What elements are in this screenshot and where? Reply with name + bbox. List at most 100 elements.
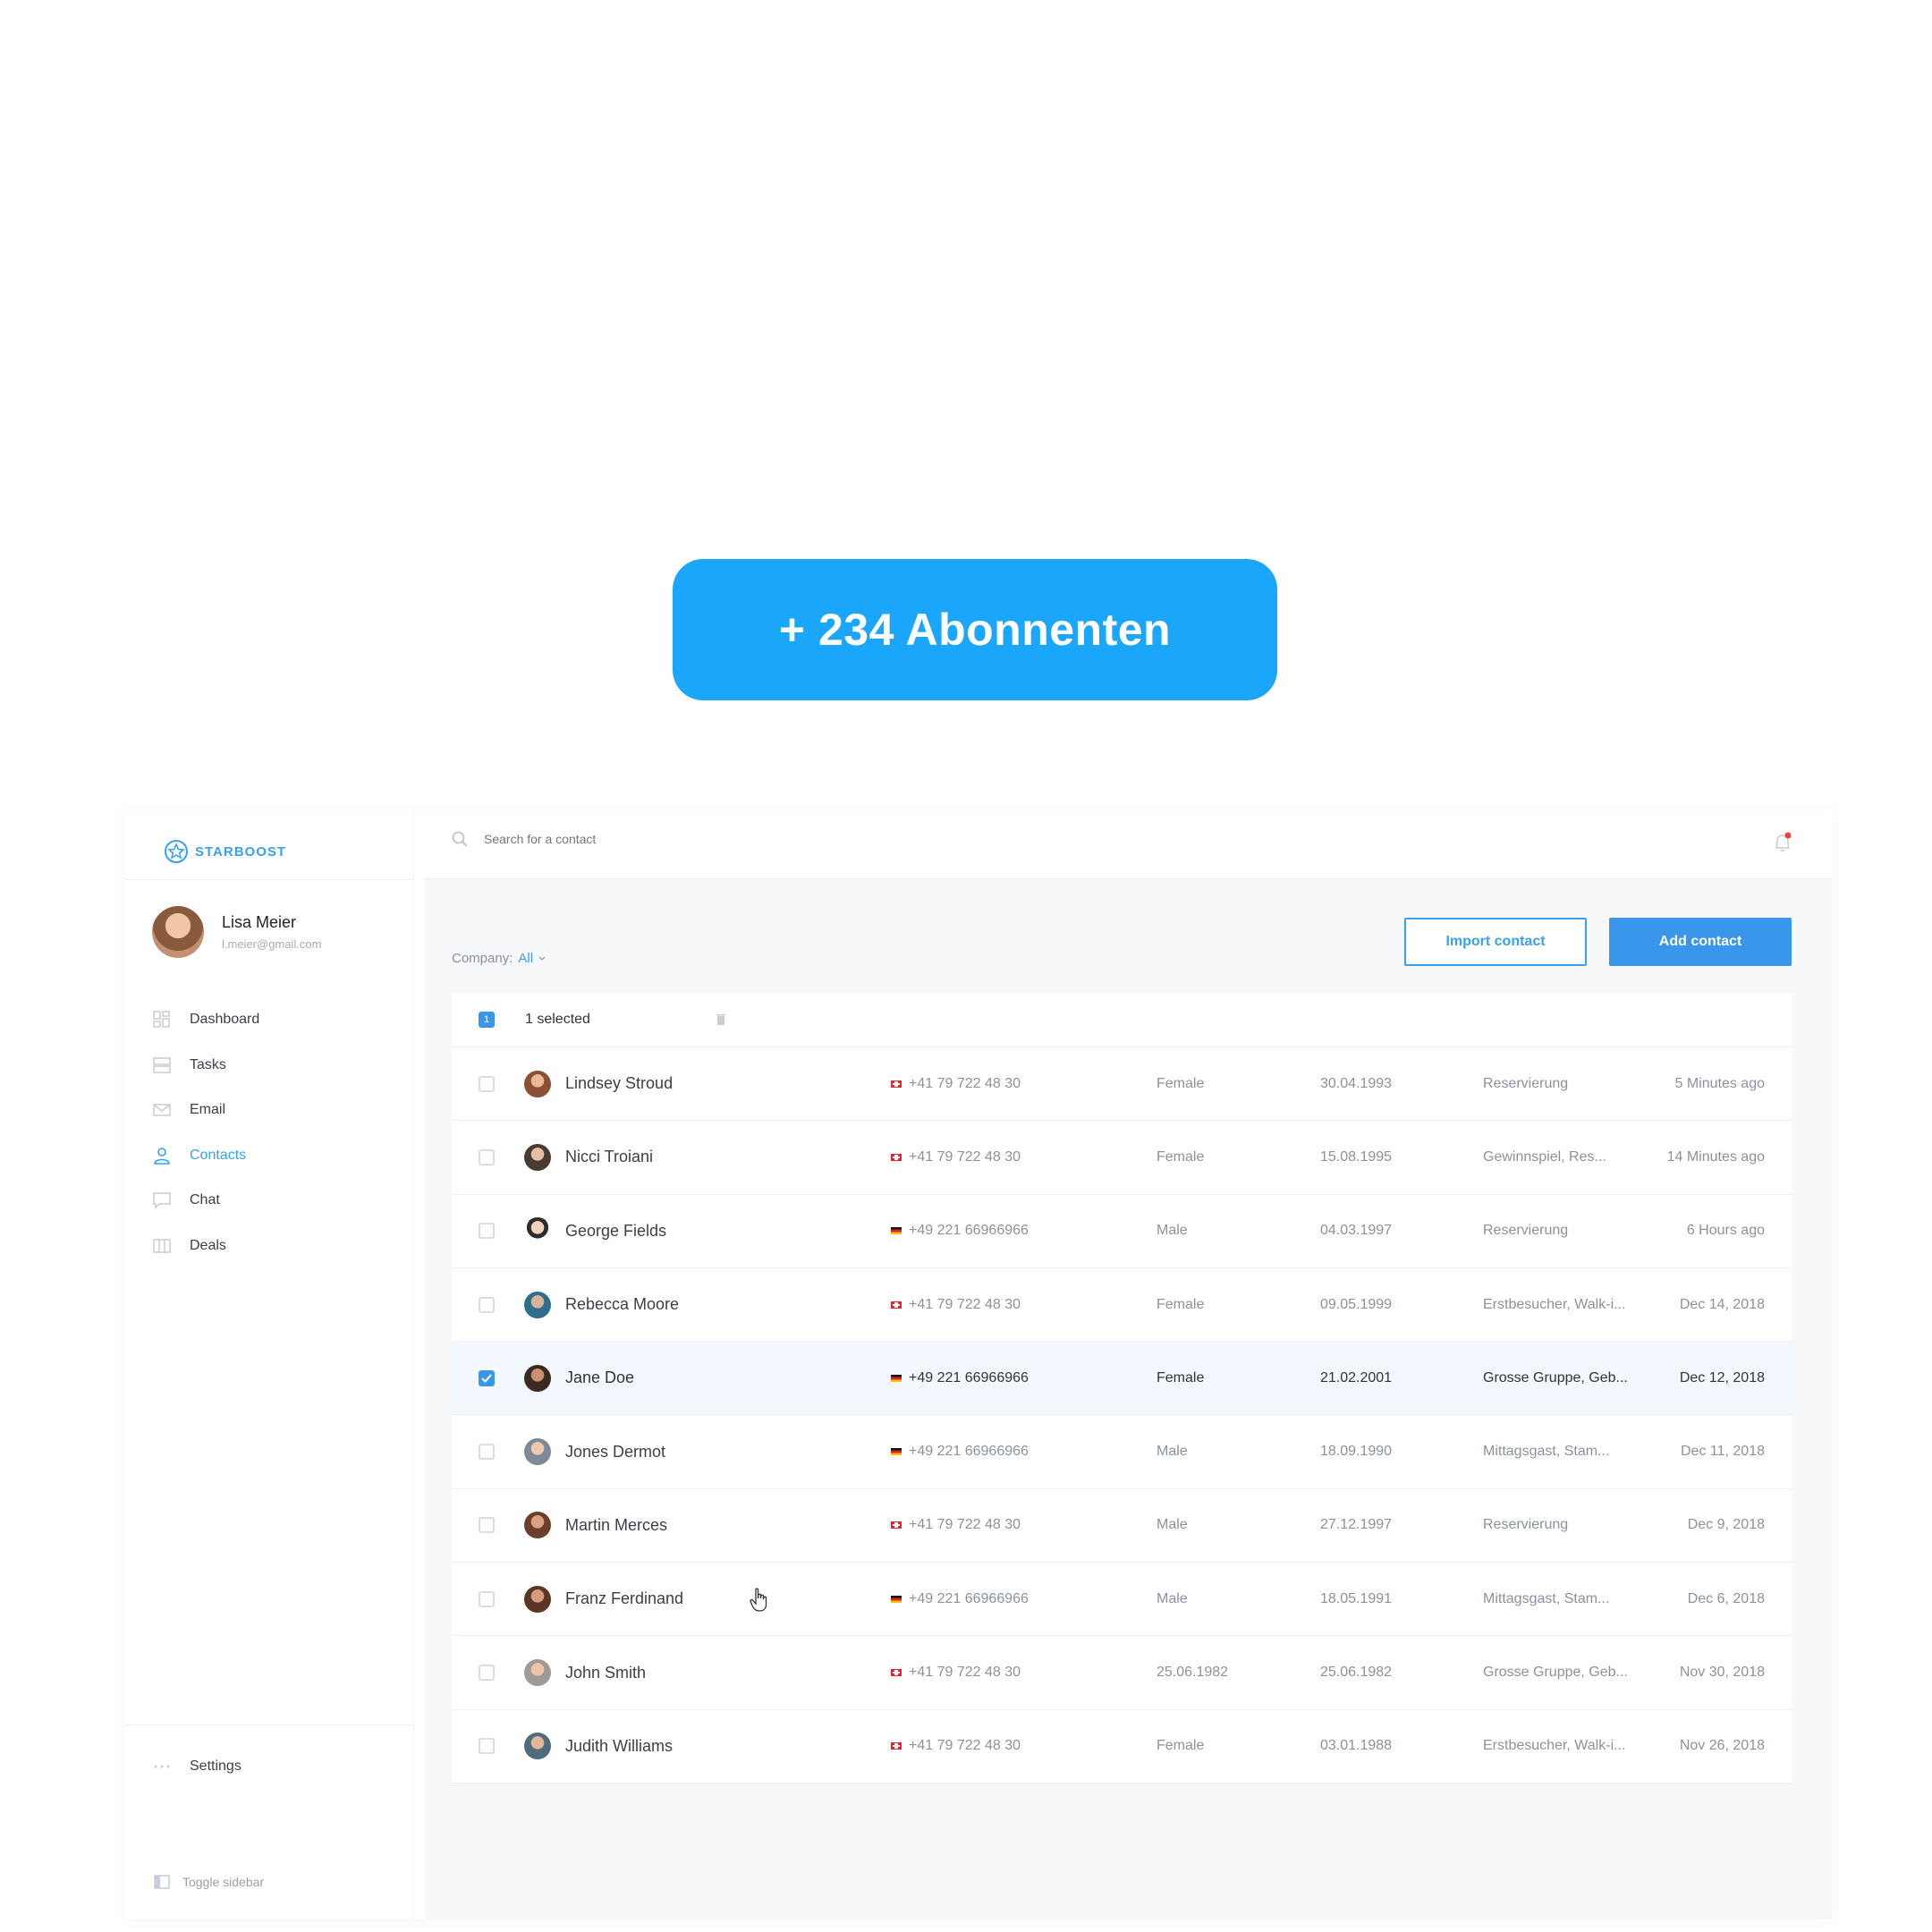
- row-checkbox-cell: [479, 1563, 495, 1635]
- tasks-icon: [152, 1055, 172, 1075]
- sidebar-item-settings[interactable]: Settings: [152, 1744, 242, 1790]
- contact-phone-cell: +41 79 722 48 30: [891, 1047, 1021, 1120]
- contact-gender: 25.06.1982: [1157, 1665, 1229, 1681]
- user-icon: [152, 1146, 172, 1165]
- contact-birthdate: 18.09.1990: [1320, 1444, 1393, 1460]
- contact-phone-cell: +41 79 722 48 30: [891, 1710, 1021, 1783]
- row-checkbox[interactable]: [479, 1590, 495, 1607]
- row-checkbox[interactable]: [479, 1296, 495, 1313]
- row-checkbox[interactable]: [479, 1517, 495, 1534]
- contact-gender: Male: [1157, 1590, 1188, 1606]
- table-row[interactable]: Franz Ferdinand +49 221 66966966 Male 18…: [452, 1563, 1792, 1637]
- switzerland-flag-icon: [891, 1742, 902, 1750]
- row-checkbox-cell: [479, 1121, 495, 1193]
- contact-name[interactable]: Judith Williams: [565, 1710, 673, 1783]
- sidebar-item-label: Deals: [190, 1237, 226, 1253]
- contact-phone-cell: +41 79 722 48 30: [891, 1121, 1021, 1193]
- table-row[interactable]: Lindsey Stroud +41 79 722 48 30 Female 3…: [452, 1047, 1792, 1122]
- contact-name[interactable]: Nicci Troiani: [565, 1121, 653, 1193]
- row-checkbox-cell: [479, 1195, 495, 1267]
- select-all-checkbox[interactable]: 1: [479, 1012, 495, 1028]
- sidebar-item-deals[interactable]: Deals: [152, 1224, 402, 1269]
- contact-name[interactable]: John Smith: [565, 1636, 646, 1708]
- contact-gender: Female: [1157, 1738, 1205, 1754]
- row-checkbox[interactable]: [479, 1148, 495, 1165]
- deals-icon: [152, 1236, 172, 1256]
- contact-gender: Male: [1157, 1444, 1188, 1460]
- table-row[interactable]: George Fields +49 221 66966966 Male 04.0…: [452, 1195, 1792, 1268]
- import-contact-button[interactable]: Import contact: [1404, 918, 1587, 966]
- contact-avatar: [524, 1070, 551, 1097]
- table-row[interactable]: Jones Dermot +49 221 66966966 Male 18.09…: [452, 1415, 1792, 1489]
- star-logo-icon: [165, 840, 188, 863]
- row-checkbox[interactable]: [479, 1665, 495, 1682]
- notification-bell-icon[interactable]: [1769, 829, 1796, 856]
- contact-birthdate: 09.05.1999: [1320, 1296, 1393, 1312]
- table-row[interactable]: Martin Merces +41 79 722 48 30 Male 27.1…: [452, 1489, 1792, 1563]
- search-input[interactable]: [482, 831, 754, 847]
- company-filter-label: Company:: [452, 951, 513, 966]
- row-checkbox[interactable]: [479, 1075, 495, 1092]
- main-panel: Company: All Import contact Add contact …: [425, 809, 1832, 1919]
- row-checkbox[interactable]: [479, 1223, 495, 1240]
- contact-name[interactable]: Lindsey Stroud: [565, 1047, 673, 1120]
- dashboard-icon: [152, 1010, 172, 1030]
- chevron-down-icon: [538, 956, 546, 961]
- contact-avatar-cell: [524, 1415, 551, 1487]
- sidebar-item-email[interactable]: Email: [152, 1088, 402, 1133]
- contact-name[interactable]: Jane Doe: [565, 1342, 634, 1414]
- contact-name[interactable]: Martin Merces: [565, 1489, 667, 1562]
- sidebar-item-label: Chat: [190, 1192, 220, 1208]
- row-checkbox-cell: [479, 1636, 495, 1708]
- user-profile[interactable]: Lisa Meier l.meier@gmail.com: [152, 906, 321, 958]
- contact-birthdate: 15.08.1995: [1320, 1148, 1393, 1165]
- contact-avatar-cell: [524, 1710, 551, 1783]
- contact-phone: +41 79 722 48 30: [909, 1517, 1021, 1533]
- sidebar-divider: [125, 1724, 413, 1725]
- contact-phone: +41 79 722 48 30: [909, 1665, 1021, 1681]
- add-contact-button[interactable]: Add contact: [1609, 918, 1792, 966]
- contact-avatar-cell: [524, 1195, 551, 1267]
- contact-last-activity: 6 Hours ago: [1686, 1223, 1765, 1239]
- company-filter[interactable]: Company: All: [452, 951, 546, 966]
- contact-birthdate: 21.02.2001: [1320, 1369, 1393, 1385]
- sidebar-item-dashboard[interactable]: Dashboard: [152, 997, 402, 1043]
- sidebar-item-chat[interactable]: Chat: [152, 1178, 402, 1224]
- row-checkbox[interactable]: [479, 1369, 495, 1386]
- table-row[interactable]: John Smith +41 79 722 48 30 25.06.1982 2…: [452, 1636, 1792, 1710]
- sidebar-item-contacts[interactable]: Contacts: [152, 1133, 402, 1179]
- contact-phone-cell: +49 221 66966966: [891, 1195, 1029, 1267]
- contact-tags: Grosse Gruppe, Geb...: [1483, 1369, 1628, 1385]
- row-checkbox-cell: [479, 1489, 495, 1562]
- sidebar-item-tasks[interactable]: Tasks: [152, 1043, 402, 1089]
- contact-name[interactable]: Rebecca Moore: [565, 1268, 679, 1341]
- contact-avatar-cell: [524, 1268, 551, 1341]
- contact-avatar-cell: [524, 1047, 551, 1120]
- trash-icon[interactable]: [716, 1013, 726, 1026]
- contact-birthdate: 03.01.1988: [1320, 1738, 1393, 1754]
- brand-logo[interactable]: STARBOOST: [163, 838, 286, 865]
- table-row[interactable]: Nicci Troiani +41 79 722 48 30 Female 15…: [452, 1121, 1792, 1195]
- contact-avatar: [524, 1364, 551, 1392]
- hand-cursor-icon: [750, 1588, 767, 1612]
- user-email: l.meier@gmail.com: [222, 937, 322, 951]
- switzerland-flag-icon: [891, 1669, 902, 1677]
- contact-name[interactable]: George Fields: [565, 1195, 666, 1267]
- germany-flag-icon: [891, 1374, 902, 1382]
- table-row[interactable]: Rebecca Moore +41 79 722 48 30 Female 09…: [452, 1268, 1792, 1343]
- table-row[interactable]: Jane Doe +49 221 66966966 Female 21.02.2…: [452, 1342, 1792, 1416]
- selected-count-label: 1 selected: [525, 1012, 590, 1027]
- row-checkbox[interactable]: [479, 1738, 495, 1755]
- contact-last-activity: 5 Minutes ago: [1674, 1075, 1765, 1091]
- row-checkbox[interactable]: [479, 1444, 495, 1461]
- toggle-sidebar-button[interactable]: Toggle sidebar: [154, 1874, 264, 1890]
- contact-phone-cell: +49 221 66966966: [891, 1342, 1029, 1414]
- table-row[interactable]: Judith Williams +41 79 722 48 30 Female …: [452, 1710, 1792, 1784]
- contact-name[interactable]: Jones Dermot: [565, 1415, 665, 1487]
- contact-tags: Gewinnspiel, Res...: [1483, 1148, 1606, 1165]
- contact-avatar-cell: [524, 1563, 551, 1635]
- contact-name[interactable]: Franz Ferdinand: [565, 1563, 683, 1635]
- contact-phone-cell: +41 79 722 48 30: [891, 1489, 1021, 1562]
- sidebar-nav: Dashboard Tasks Email Contacts Chat Deal…: [152, 997, 402, 1268]
- contact-avatar: [524, 1438, 551, 1466]
